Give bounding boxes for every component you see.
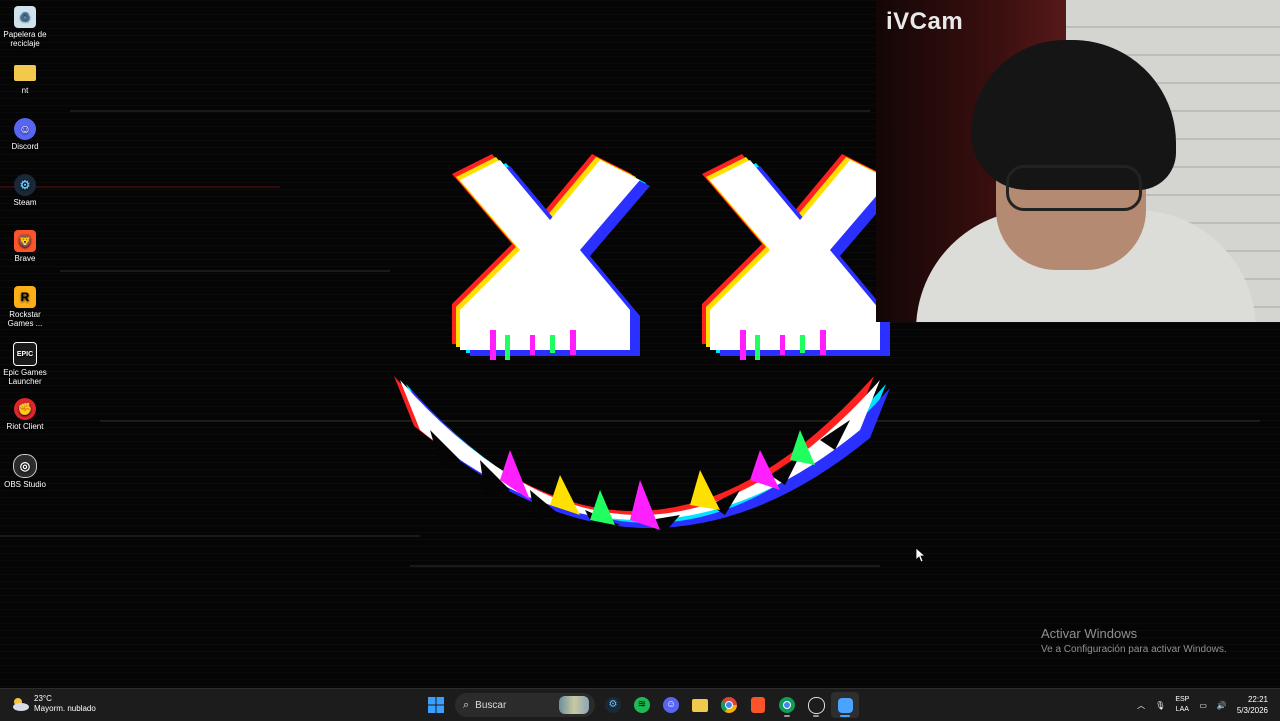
clock-button[interactable]: 22:21 5/3/2026 bbox=[1237, 694, 1268, 716]
desktop-icon-rockstar[interactable]: R Rockstar Games ... bbox=[0, 286, 50, 328]
discord-icon: ☺ bbox=[14, 118, 36, 140]
spotify-icon: ≋ bbox=[634, 697, 650, 713]
search-placeholder: Buscar bbox=[475, 699, 507, 711]
desktop-icon-epic-games[interactable]: EPIC Epic Games Launcher bbox=[0, 342, 50, 386]
desktop-icon-label: Discord bbox=[11, 142, 39, 151]
steam-icon: ⚙ bbox=[14, 174, 36, 196]
brave-icon bbox=[751, 697, 765, 713]
taskbar-search-box[interactable]: ⌕ Buscar bbox=[455, 693, 595, 717]
clock-date: 5/3/2026 bbox=[1236, 706, 1268, 715]
desktop-icon-label: Papelera de reciclaje bbox=[3, 30, 47, 48]
desktop-icon-discord[interactable]: ☺ Discord bbox=[0, 118, 50, 151]
activate-windows-watermark: Activar Windows Ve a Configuración para … bbox=[1041, 626, 1227, 655]
ivcam-icon bbox=[837, 697, 853, 713]
desktop-icon-nt-folder[interactable]: nt bbox=[0, 62, 50, 95]
desktop-icon-label: nt bbox=[21, 86, 29, 95]
taskbar-brave[interactable] bbox=[744, 692, 772, 718]
weather-widget[interactable]: 23°C Mayorm. nublado bbox=[10, 694, 96, 714]
desktop-icon-label: Riot Client bbox=[6, 422, 44, 431]
running-indicator bbox=[813, 715, 819, 717]
running-indicator bbox=[840, 715, 850, 717]
webcam-source-label: iVCam bbox=[886, 8, 964, 35]
recycle-bin-icon: ♻ bbox=[14, 6, 36, 28]
glitch-line bbox=[0, 535, 420, 537]
activate-windows-subtitle: Ve a Configuración para activar Windows. bbox=[1041, 644, 1227, 655]
desktop-icon-recycle-bin[interactable]: ♻ Papelera de reciclaje bbox=[0, 6, 50, 48]
epic-games-icon: EPIC bbox=[13, 342, 37, 366]
taskbar-steam[interactable]: ⚙ bbox=[599, 692, 627, 718]
taskbar-discord[interactable]: ☺ bbox=[657, 692, 685, 718]
taskbar-chrome-profile[interactable] bbox=[773, 692, 801, 718]
taskbar-chrome[interactable] bbox=[715, 692, 743, 718]
folder-icon bbox=[14, 65, 36, 81]
steam-icon: ⚙ bbox=[605, 697, 621, 713]
taskbar-obs[interactable] bbox=[802, 692, 830, 718]
discord-icon: ☺ bbox=[663, 697, 679, 713]
desktop-icon-steam[interactable]: ⚙ Steam bbox=[0, 174, 50, 207]
taskbar-file-explorer[interactable] bbox=[686, 692, 714, 718]
desktop-icon-label: Brave bbox=[14, 254, 36, 263]
obs-icon bbox=[807, 696, 825, 714]
mouse-cursor-icon bbox=[916, 548, 926, 562]
activate-windows-title: Activar Windows bbox=[1041, 626, 1138, 641]
rockstar-icon: R bbox=[14, 286, 36, 308]
obs-icon: ◎ bbox=[13, 454, 37, 478]
network-button[interactable]: ▭ bbox=[1199, 701, 1207, 710]
show-hidden-icons-button[interactable]: ︿ bbox=[1137, 700, 1145, 711]
taskbar: 23°C Mayorm. nublado ⌕ Buscar ⚙ ≋ ☺ ︿ 🎙 … bbox=[0, 688, 1280, 721]
speaker-icon: 🔊 bbox=[1216, 700, 1227, 710]
chrome-profile-icon bbox=[779, 697, 795, 713]
glitch-smiley-artwork bbox=[394, 154, 890, 532]
chrome-icon bbox=[721, 697, 737, 713]
taskbar-center: ⌕ Buscar ⚙ ≋ ☺ bbox=[422, 692, 860, 718]
webcam-overlay: iVCam bbox=[876, 0, 1280, 322]
desktop-icon-label: OBS Studio bbox=[4, 480, 46, 489]
desktop-icon-riot-client[interactable]: ✊ Riot Client bbox=[0, 398, 50, 431]
microphone-icon: 🎙 bbox=[1155, 700, 1166, 710]
chevron-up-icon: ︿ bbox=[1137, 700, 1146, 710]
microphone-button[interactable]: 🎙 bbox=[1155, 701, 1165, 710]
glitch-line bbox=[60, 270, 390, 272]
network-icon: ▭ bbox=[1199, 700, 1207, 710]
webcam-person-glasses bbox=[1006, 165, 1142, 211]
weather-temperature: 23°C bbox=[34, 694, 52, 703]
volume-button[interactable]: 🔊 bbox=[1217, 701, 1227, 710]
taskbar-spotify[interactable]: ≋ bbox=[628, 692, 656, 718]
weather-condition: Mayorm. nublado bbox=[34, 704, 96, 713]
brave-icon: 🦁 bbox=[14, 230, 36, 252]
keyboard-layout-code: LAA bbox=[1175, 706, 1189, 713]
running-indicator bbox=[784, 715, 790, 717]
language-code: ESP bbox=[1175, 696, 1190, 703]
glitch-line bbox=[70, 110, 870, 112]
cloud-sun-icon bbox=[13, 698, 29, 711]
desktop-icon-label: Rockstar Games ... bbox=[7, 310, 43, 328]
taskbar-ivcam[interactable] bbox=[831, 692, 859, 718]
start-button[interactable] bbox=[422, 692, 450, 718]
file-explorer-icon bbox=[692, 698, 708, 712]
search-highlight-image bbox=[559, 696, 589, 714]
desktop-icon-obs[interactable]: ◎ OBS Studio bbox=[0, 454, 50, 489]
input-language-button[interactable]: ESP LAA bbox=[1175, 695, 1189, 715]
search-icon: ⌕ bbox=[463, 698, 470, 711]
windows-logo-icon bbox=[428, 697, 444, 713]
clock-time: 22:21 bbox=[1247, 695, 1268, 704]
riot-icon: ✊ bbox=[14, 398, 36, 420]
desktop-icon-label: Steam bbox=[13, 198, 37, 207]
desktop-icon-brave[interactable]: 🦁 Brave bbox=[0, 230, 50, 263]
desktop-icon-label: Epic Games Launcher bbox=[3, 368, 47, 386]
system-tray: ︿ 🎙 ESP LAA ▭ 🔊 22:21 5/3/2026 bbox=[1137, 689, 1280, 721]
